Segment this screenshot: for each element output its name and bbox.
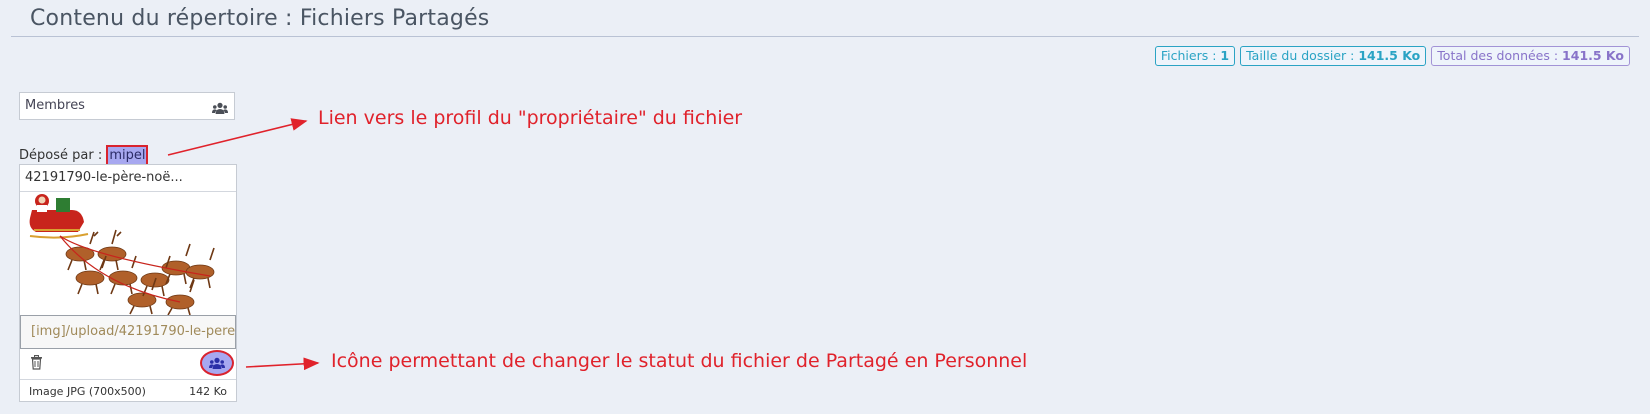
share-arrow bbox=[245, 357, 320, 371]
share-annotation: Icône permettant de changer le statut du… bbox=[331, 350, 1028, 372]
owner-annotation: Lien vers le profil du "propriétaire" du… bbox=[318, 107, 743, 129]
owner-arrow bbox=[167, 118, 308, 156]
